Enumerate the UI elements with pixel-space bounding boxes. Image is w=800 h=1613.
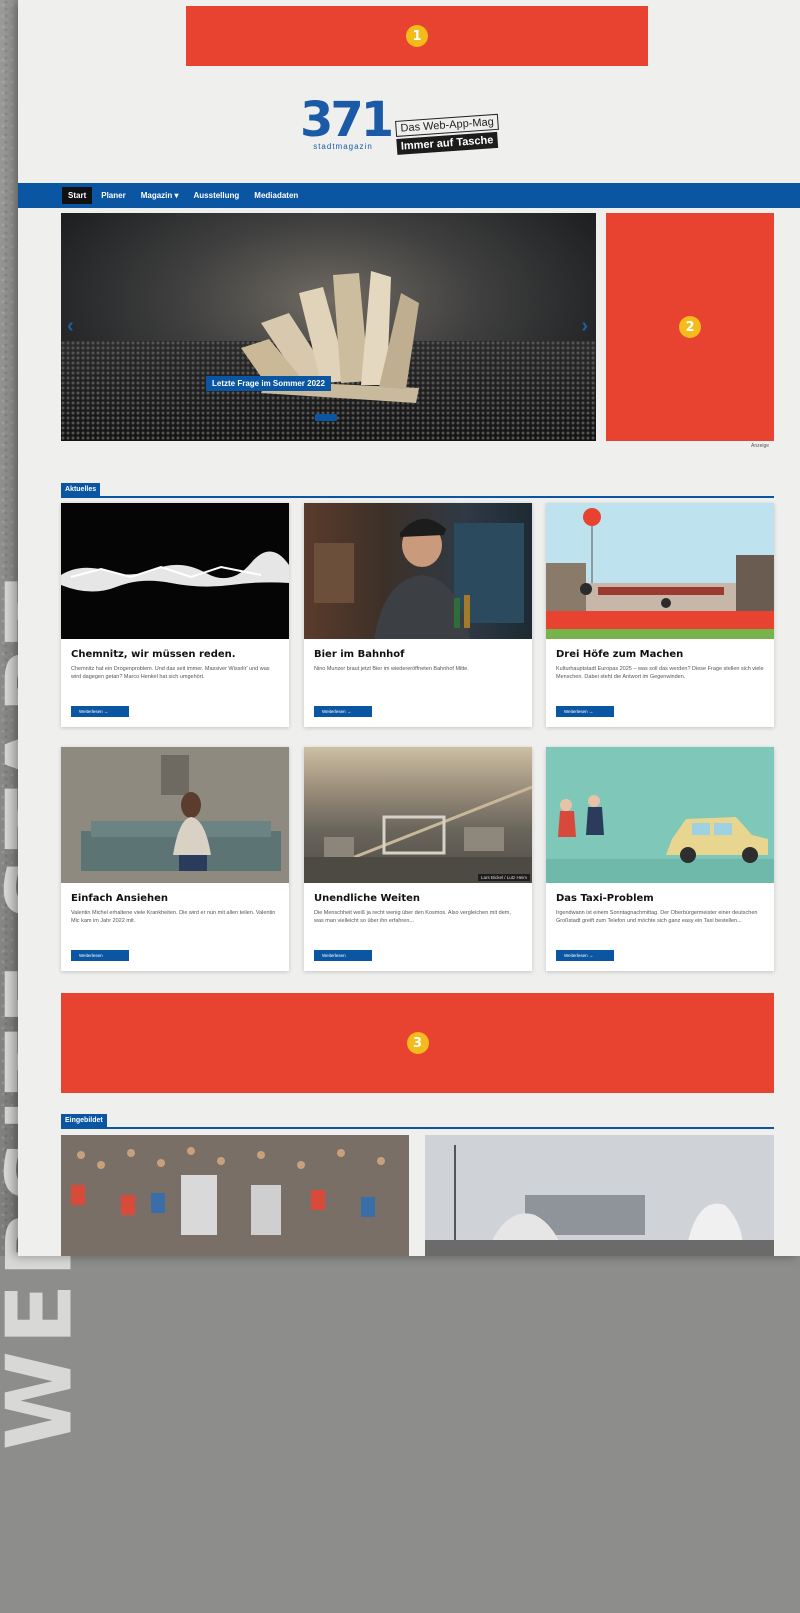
section-header-eingebildet: Eingebildet bbox=[61, 1111, 774, 1129]
card-title: Einfach Ansiehen bbox=[71, 893, 169, 904]
read-more-button[interactable]: Weiterlesen bbox=[314, 950, 372, 961]
card-text: Irgendwann ist einem Sonntagnachmittag. … bbox=[556, 910, 758, 924]
read-more-button[interactable]: Weiterlesen bbox=[71, 950, 129, 961]
hero-prev-arrow-icon[interactable]: ‹ bbox=[67, 315, 74, 338]
read-more-button[interactable]: Weiterlesen → bbox=[556, 706, 614, 717]
tagline-bottom: Immer auf Tasche bbox=[396, 131, 498, 155]
ad-note: Anzeige bbox=[751, 443, 770, 449]
main-navigation: Start Planer Magazin ▾ Ausstellung Media… bbox=[18, 183, 800, 208]
card-title: Bier im Bahnhof bbox=[314, 649, 405, 660]
card-title: Chemnitz, wir müssen reden. bbox=[71, 649, 236, 660]
section-header-aktuelles: Aktuelles bbox=[61, 480, 774, 498]
card-image bbox=[546, 503, 774, 639]
logo-number: 371 bbox=[300, 92, 394, 148]
logo-tagline: Das Web-App-Mag Immer auf Tasche bbox=[395, 109, 539, 155]
section-label-eingebildet: Eingebildet bbox=[61, 1114, 107, 1127]
site-logo[interactable]: 371 stadtmagazin bbox=[300, 92, 394, 151]
card-image: Lars Bickel / Lutz Heim bbox=[304, 747, 532, 883]
card-image bbox=[61, 747, 289, 883]
ad-slot-top-banner[interactable]: 1 bbox=[186, 6, 648, 66]
read-more-button[interactable]: Weiterlesen → bbox=[71, 706, 129, 717]
nav-item-mediadaten[interactable]: Mediadaten bbox=[248, 187, 304, 204]
ad-marker-2: 2 bbox=[679, 316, 701, 338]
section-label-aktuelles: Aktuelles bbox=[61, 483, 101, 496]
article-card[interactable]: Chemnitz, wir müssen reden. Chemnitz hat… bbox=[61, 503, 289, 727]
card-title: Unendliche Weiten bbox=[314, 893, 421, 904]
ad-slot-sidebar[interactable]: 2 bbox=[606, 213, 774, 441]
gallery-image-street[interactable] bbox=[425, 1135, 774, 1256]
nav-item-planer[interactable]: Planer bbox=[95, 187, 131, 204]
card-text: Chemnitz hat ein Drogenproblem. Und das … bbox=[71, 666, 270, 680]
card-text: Kulturhauptstadt Europas 2025 – was soll… bbox=[556, 666, 764, 680]
nav-item-ausstellung[interactable]: Ausstellung bbox=[188, 187, 246, 204]
article-card[interactable]: Das Taxi-Problem Irgendwann ist einem So… bbox=[546, 747, 774, 971]
card-text: Nino Munzer braut jetzt Bier im wiederer… bbox=[314, 666, 469, 672]
card-text: Valentin Michel erhaltene viele Krankhei… bbox=[71, 910, 276, 924]
article-card[interactable]: Lars Bickel / Lutz Heim Unendliche Weite… bbox=[304, 747, 532, 971]
photo-credit: Lars Bickel / Lutz Heim bbox=[477, 874, 530, 881]
hero-caption[interactable]: Letzte Frage im Sommer 2022 bbox=[206, 376, 331, 391]
article-card[interactable]: Drei Höfe zum Machen Kulturhauptstadt Eu… bbox=[546, 503, 774, 727]
card-title: Drei Höfe zum Machen bbox=[556, 649, 684, 660]
read-more-button[interactable]: Weiterlesen → bbox=[314, 706, 372, 717]
article-card[interactable]: Bier im Bahnhof Nino Munzer braut jetzt … bbox=[304, 503, 532, 727]
hero-pagination-dot[interactable] bbox=[315, 414, 337, 421]
hero-slider[interactable]: ‹ › bbox=[61, 213, 596, 441]
card-image bbox=[304, 503, 532, 639]
nav-item-magazin[interactable]: Magazin ▾ bbox=[135, 187, 185, 204]
card-image bbox=[546, 747, 774, 883]
card-title: Das Taxi-Problem bbox=[556, 893, 654, 904]
hero-next-arrow-icon[interactable]: › bbox=[581, 315, 588, 338]
website-page: 1 371 stadtmagazin Das Web-App-Mag Immer… bbox=[18, 0, 800, 1256]
article-card[interactable]: Einfach Ansiehen Valentin Michel erhalte… bbox=[61, 747, 289, 971]
ad-slot-bottom-banner[interactable]: 3 bbox=[61, 993, 774, 1093]
ad-marker-1: 1 bbox=[406, 25, 428, 47]
read-more-button[interactable]: Weiterlesen → bbox=[556, 950, 614, 961]
gallery-image-crowd[interactable] bbox=[61, 1135, 409, 1256]
nav-item-start[interactable]: Start bbox=[62, 187, 93, 204]
card-text: Die Menschheit weiß ja recht wenig über … bbox=[314, 910, 511, 924]
card-image bbox=[61, 503, 289, 639]
ad-marker-3: 3 bbox=[406, 1032, 429, 1054]
